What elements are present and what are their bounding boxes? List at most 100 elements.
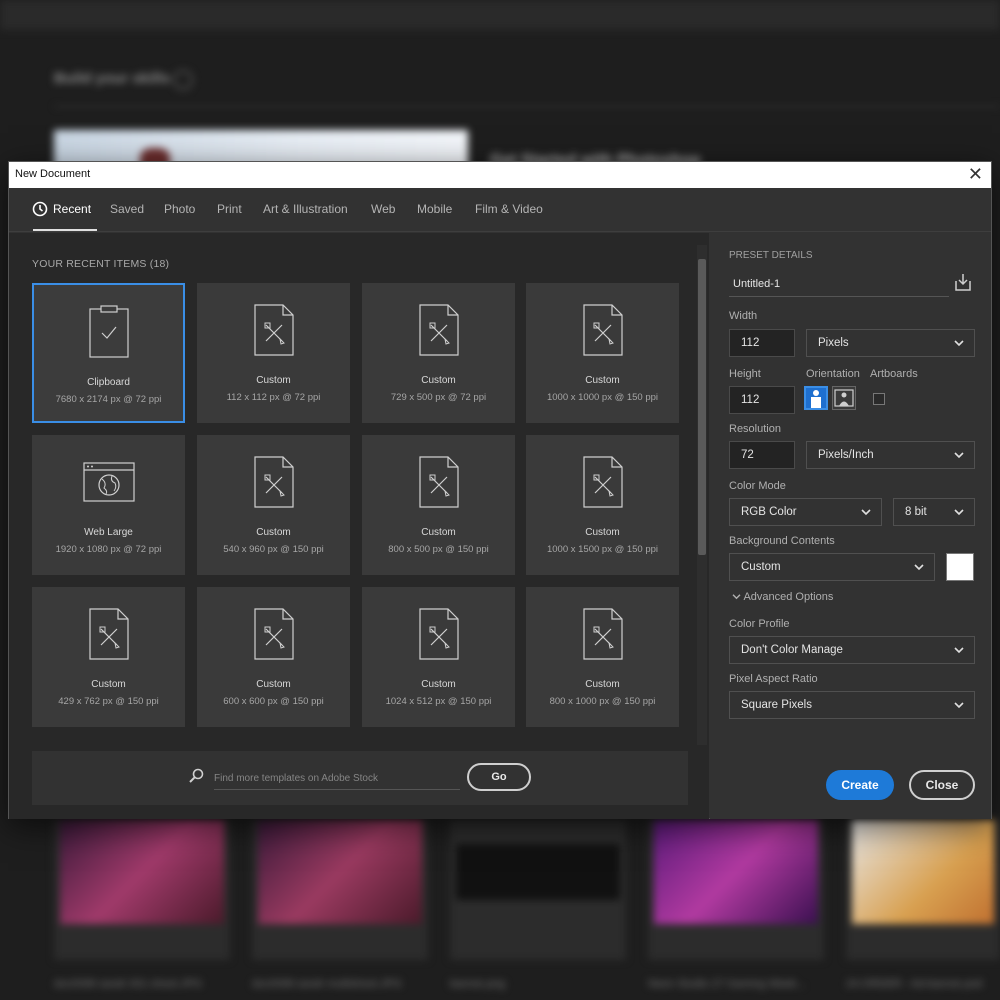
item-name: Custom	[91, 679, 126, 690]
item-name: Web Large	[84, 527, 133, 538]
help-icon	[173, 70, 193, 90]
item-dimensions: 1024 x 512 px @ 150 ppi	[385, 696, 492, 707]
bit-depth-dropdown[interactable]: 8 bit	[893, 498, 975, 526]
tab-art-illustration[interactable]: Art & Illustration	[263, 202, 348, 216]
resolution-unit-dropdown[interactable]: Pixels/Inch	[806, 441, 975, 469]
background-contents-value: Custom	[741, 561, 781, 573]
stock-search-bar: Go	[32, 751, 688, 805]
item-dimensions: 729 x 500 px @ 72 ppi	[390, 392, 487, 403]
recent-items-count: (18)	[149, 258, 170, 270]
recent-file-thumb	[648, 820, 824, 960]
resolution-label: Resolution	[729, 423, 781, 435]
background-color-swatch[interactable]	[946, 553, 974, 581]
pixel-aspect-dropdown[interactable]: Square Pixels	[729, 691, 975, 719]
recent-item[interactable]: Custom 729 x 500 px @ 72 ppi	[362, 283, 515, 423]
stock-search-input[interactable]	[214, 768, 460, 790]
item-dimensions: 112 x 112 px @ 72 ppi	[226, 392, 321, 403]
advanced-options-toggle[interactable]: Advanced Options	[732, 591, 833, 603]
clipboard-icon	[88, 305, 129, 358]
portrait-orientation-button[interactable]	[804, 386, 828, 410]
tab-print[interactable]: Print	[217, 202, 242, 216]
width-unit-value: Pixels	[818, 337, 849, 349]
chevron-down-icon	[954, 452, 964, 459]
skills-heading: Build your skills	[54, 70, 170, 87]
height-label: Height	[729, 368, 761, 380]
file-caption: dzc0098 sarah 001 shoot.JPG	[54, 978, 202, 990]
width-label: Width	[729, 310, 758, 322]
custom-doc-icon	[253, 608, 294, 660]
title-bar: New Document ✕	[9, 162, 991, 188]
landscape-orientation-button[interactable]	[832, 386, 856, 410]
tab-saved[interactable]: Saved	[110, 202, 144, 216]
item-dimensions: 1000 x 1000 px @ 150 ppi	[546, 392, 659, 403]
tab-mobile[interactable]: Mobile	[417, 202, 452, 216]
pixel-aspect-label: Pixel Aspect Ratio	[729, 673, 818, 685]
person-portrait-icon	[811, 390, 821, 408]
close-button[interactable]: Close	[909, 770, 975, 800]
tab-recent[interactable]: Recent	[53, 202, 91, 216]
pixel-aspect-value: Square Pixels	[741, 699, 812, 711]
preset-details-title: PRESET DETAILS	[729, 250, 813, 261]
item-name: Custom	[421, 375, 456, 386]
recent-item[interactable]: Custom 540 x 960 px @ 150 ppi	[197, 435, 350, 575]
custom-doc-icon	[582, 304, 623, 356]
item-name: Custom	[585, 527, 620, 538]
item-name: Custom	[256, 527, 291, 538]
color-mode-label: Color Mode	[729, 480, 786, 492]
width-unit-dropdown[interactable]: Pixels	[806, 329, 975, 357]
color-mode-dropdown[interactable]: RGB Color	[729, 498, 882, 526]
recent-item[interactable]: Clipboard 7680 x 2174 px @ 72 ppi	[32, 283, 185, 423]
height-input[interactable]: 112	[729, 386, 795, 414]
recent-item[interactable]: Custom 1000 x 1000 px @ 150 ppi	[526, 283, 679, 423]
file-caption: Neon Studio 27 Gaming Week...	[648, 978, 806, 990]
document-name-field[interactable]: Untitled-1	[729, 273, 949, 297]
recent-items-panel: YOUR RECENT ITEMS (18) Clipboard 7680 x …	[9, 233, 709, 819]
scrollbar-thumb[interactable]	[698, 259, 706, 555]
resolution-input[interactable]: 72	[729, 441, 795, 469]
category-tabs: Recent Saved Photo Print Art & Illustrat…	[9, 188, 991, 232]
create-button[interactable]: Create	[826, 770, 894, 800]
file-caption: dzc0098 sarah multishoot.JPG	[252, 978, 402, 990]
recent-file-thumb	[252, 820, 428, 960]
recent-item[interactable]: Custom 600 x 600 px @ 150 ppi	[197, 587, 350, 727]
go-button[interactable]: Go	[467, 763, 531, 791]
item-dimensions: 429 x 762 px @ 150 ppi	[58, 696, 159, 707]
custom-doc-icon	[582, 456, 623, 508]
file-caption: 24-ORDER - Ad-banner.psd	[846, 978, 983, 990]
background-contents-dropdown[interactable]: Custom	[729, 553, 935, 581]
color-profile-value: Don't Color Manage	[741, 644, 843, 656]
recent-item[interactable]: Custom 1024 x 512 px @ 150 ppi	[362, 587, 515, 727]
close-icon[interactable]: ✕	[968, 165, 983, 183]
item-name: Custom	[585, 375, 620, 386]
item-name: Custom	[256, 679, 291, 690]
scrollbar[interactable]	[697, 245, 707, 745]
artboards-checkbox[interactable]	[873, 393, 885, 405]
search-icon	[189, 768, 204, 783]
preset-details-panel: PRESET DETAILS Untitled-1 Width 112 Pixe…	[710, 233, 991, 819]
artboards-label: Artboards	[870, 368, 918, 380]
dialog-title: New Document	[15, 168, 91, 180]
color-profile-dropdown[interactable]: Don't Color Manage	[729, 636, 975, 664]
save-preset-icon[interactable]	[953, 272, 973, 292]
recent-item[interactable]: Custom 112 x 112 px @ 72 ppi	[197, 283, 350, 423]
recent-item[interactable]: Web Large 1920 x 1080 px @ 72 ppi	[32, 435, 185, 575]
clock-icon	[32, 201, 48, 217]
item-name: Clipboard	[87, 377, 130, 388]
bit-depth-value: 8 bit	[905, 506, 927, 518]
recent-items-title: YOUR RECENT ITEMS	[32, 258, 147, 270]
item-dimensions: 1920 x 1080 px @ 72 ppi	[55, 544, 162, 555]
tab-web[interactable]: Web	[371, 202, 395, 216]
recent-item[interactable]: Custom 1000 x 1500 px @ 150 ppi	[526, 435, 679, 575]
recent-item[interactable]: Custom 800 x 1000 px @ 150 ppi	[526, 587, 679, 727]
resolution-unit-value: Pixels/Inch	[818, 449, 874, 461]
recent-item[interactable]: Custom 429 x 762 px @ 150 ppi	[32, 587, 185, 727]
item-dimensions: 7680 x 2174 px @ 72 ppi	[55, 394, 162, 405]
width-input[interactable]: 112	[729, 329, 795, 357]
tab-film-video[interactable]: Film & Video	[475, 202, 543, 216]
custom-doc-icon	[418, 456, 459, 508]
recent-item[interactable]: Custom 800 x 500 px @ 150 ppi	[362, 435, 515, 575]
web-icon	[82, 462, 135, 502]
custom-doc-icon	[88, 608, 129, 660]
tab-photo[interactable]: Photo	[164, 202, 195, 216]
custom-doc-icon	[418, 304, 459, 356]
